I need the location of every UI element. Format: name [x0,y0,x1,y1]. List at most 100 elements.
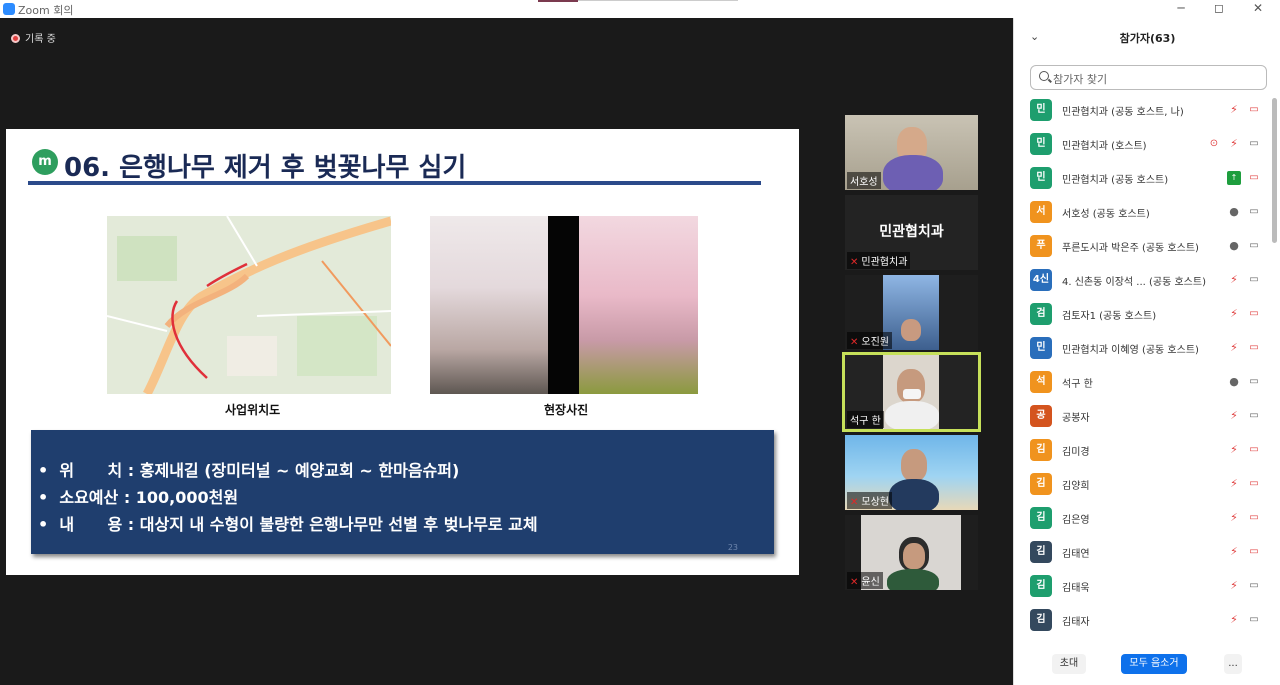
video-icon[interactable]: ▭ [1246,137,1262,151]
participant-list-scrollbar[interactable] [1272,98,1277,243]
close-button[interactable]: ✕ [1245,1,1271,17]
mic-muted-icon[interactable]: ⚡ [1227,579,1241,593]
video-tile-name: 민관협치과 [861,257,908,268]
participant-name: 공봉자 [1062,413,1090,424]
meeting-stage: 기록 중 m 06. 은행나무 제거 후 벚꽃나무 심기 사업위치도 현장사진 … [0,18,1013,685]
video-tile[interactable]: 서호성 [845,115,978,190]
participant-name: 김미경 [1062,447,1090,458]
participant-row[interactable]: 민 민관협치과 (공동 호스트) ↑ ▭ [1014,161,1270,195]
participant-row[interactable]: 김 김양희 ⚡ ▭ [1014,467,1270,501]
map-drawing [107,216,391,394]
mic-muted-icon[interactable]: ⚡ [1227,477,1241,491]
video-tile-name: 모상현 [861,497,889,508]
video-tile[interactable]: ✕ 윤신 [845,515,978,590]
participant-row[interactable]: 김 김태연 ⚡ ▭ [1014,535,1270,569]
recording-indicator[interactable]: 기록 중 [11,30,56,45]
participant-avatar: 김 [1030,473,1052,495]
shared-slide: m 06. 은행나무 제거 후 벚꽃나무 심기 사업위치도 현장사진 • 위 치… [6,129,799,575]
mic-muted-icon[interactable]: ⚡ [1227,443,1241,457]
video-off-icon[interactable]: ▭ [1246,341,1262,355]
recording-icon [11,34,20,43]
zoom-logo-icon [3,3,15,15]
participant-row[interactable]: 민 민관협치과 (호스트) ⊙ ⚡ ▭ [1014,127,1270,161]
video-icon[interactable]: ▭ [1246,273,1262,287]
mic-muted-icon[interactable]: ⚡ [1227,273,1241,287]
participant-row[interactable]: 김 김미경 ⚡ ▭ [1014,433,1270,467]
maximize-button[interactable]: ◻ [1206,1,1232,17]
info-budget: • 소요예산 : 100,000천원 [38,488,239,507]
recording-status-icon: ⊙ [1209,138,1219,149]
slide-title-underline [28,181,761,185]
video-tile[interactable]: ✕ 모상현 [845,435,978,510]
video-icon[interactable]: ▭ [1246,375,1262,389]
video-icon[interactable]: ▭ [1246,239,1262,253]
participant-avatar: 서 [1030,201,1052,223]
participant-avatar: 검 [1030,303,1052,325]
video-off-icon[interactable]: ▭ [1246,171,1262,185]
participant-avatar: 4신 [1030,269,1052,291]
participant-name: 석구 한 [1062,379,1093,390]
mic-muted-icon[interactable]: ⚡ [1227,307,1241,321]
video-icon[interactable]: ▭ [1246,613,1262,627]
participant-row[interactable]: 민 민관협치과 (공동 호스트, 나) ⚡ ▭ [1014,93,1270,127]
participant-avatar: 김 [1030,507,1052,529]
participant-row[interactable]: 공 공봉자 ⚡ ▭ [1014,399,1270,433]
screen-share-icon[interactable]: ↑ [1227,171,1241,185]
info-location: • 위 치 : 홍제내길 (장미터널 ~ 예양교회 ~ 한마음슈퍼) [38,461,460,480]
mic-muted-icon[interactable]: ⚡ [1227,409,1241,423]
info-content: • 내 용 : 대상지 내 수형이 불량한 은행나무만 선별 후 벚나무로 교체 [38,515,538,534]
participant-row[interactable]: 석 석구 한 ● ▭ [1014,365,1270,399]
mic-muted-icon: ✕ [850,577,859,588]
mic-muted-icon[interactable]: ⚡ [1227,511,1241,525]
participant-name: 김태욱 [1062,583,1090,594]
more-options-button[interactable]: ... [1224,654,1242,674]
mic-icon[interactable]: ● [1227,239,1241,253]
video-tile[interactable]: 민관협치과 ✕ 민관협치과 [845,195,978,270]
video-tile-name: 오진원 [861,337,889,348]
video-tile-name: 서호성 [847,172,881,189]
mic-muted-icon[interactable]: ⚡ [1227,137,1241,151]
participant-search-input[interactable]: 참가자 찾기 [1030,65,1267,90]
participant-name: 김태연 [1062,549,1090,560]
mute-all-button[interactable]: 모두 음소거 [1121,654,1187,674]
video-off-icon[interactable]: ▭ [1246,103,1262,117]
search-placeholder: 참가자 찾기 [1053,73,1108,86]
video-off-icon[interactable]: ▭ [1246,545,1262,559]
video-tile-name: 윤신 [861,577,880,588]
invite-button[interactable]: 초대 [1052,654,1086,674]
participant-name: 민관협치과 (호스트) [1062,141,1147,152]
mic-muted-icon[interactable]: ⚡ [1227,613,1241,627]
share-indicator-line [578,0,738,1]
slide-title: 06. 은행나무 제거 후 벚꽃나무 심기 [64,153,467,183]
video-off-icon[interactable]: ▭ [1246,443,1262,457]
photo-caption: 현장사진 [544,403,589,417]
video-off-icon[interactable]: ▭ [1246,477,1262,491]
participant-row[interactable]: 푸 푸른도시과 박은주 (공동 호스트) ● ▭ [1014,229,1270,263]
participant-list[interactable]: 민 민관협치과 (공동 호스트, 나) ⚡ ▭ 민 민관협치과 (호스트) ⊙ ⚡ ▭ 민 민관협치… [1014,93,1270,633]
mic-muted-icon[interactable]: ⚡ [1227,341,1241,355]
participant-row[interactable]: 서 서호성 (공동 호스트) ● ▭ [1014,195,1270,229]
participants-footer: 초대 모두 음소거 ... [1014,650,1280,685]
participant-row[interactable]: 민 민관협치과 이혜영 (공동 호스트) ⚡ ▭ [1014,331,1270,365]
video-tile[interactable]: ✕ 오진원 [845,275,978,350]
participant-avatar: 공 [1030,405,1052,427]
mic-muted-icon[interactable]: ⚡ [1227,545,1241,559]
participant-row[interactable]: 김 김태욱 ⚡ ▭ [1014,569,1270,603]
video-off-icon[interactable]: ▭ [1246,511,1262,525]
video-off-icon[interactable]: ▭ [1246,307,1262,321]
video-icon[interactable]: ▭ [1246,579,1262,593]
participant-row[interactable]: 4신 4. 신촌동 이장석 ... (공동 호스트) ⚡ ▭ [1014,263,1270,297]
search-icon [1039,71,1049,81]
mic-muted-icon: ✕ [850,257,859,268]
mic-icon[interactable]: ● [1227,375,1241,389]
mic-icon[interactable]: ● [1227,205,1241,219]
video-icon[interactable]: ▭ [1246,409,1262,423]
video-tile-active-speaker[interactable]: 석구 한 [842,352,981,432]
mic-muted-icon[interactable]: ⚡ [1227,103,1241,117]
participant-row[interactable]: 김 김태자 ⚡ ▭ [1014,603,1270,633]
video-icon[interactable]: ▭ [1246,205,1262,219]
minimize-button[interactable]: ─ [1168,1,1194,17]
participant-row[interactable]: 김 김은영 ⚡ ▭ [1014,501,1270,535]
participant-row[interactable]: 검 검토자1 (공동 호스트) ⚡ ▭ [1014,297,1270,331]
participant-name: 민관협치과 이혜영 (공동 호스트) [1062,345,1199,356]
